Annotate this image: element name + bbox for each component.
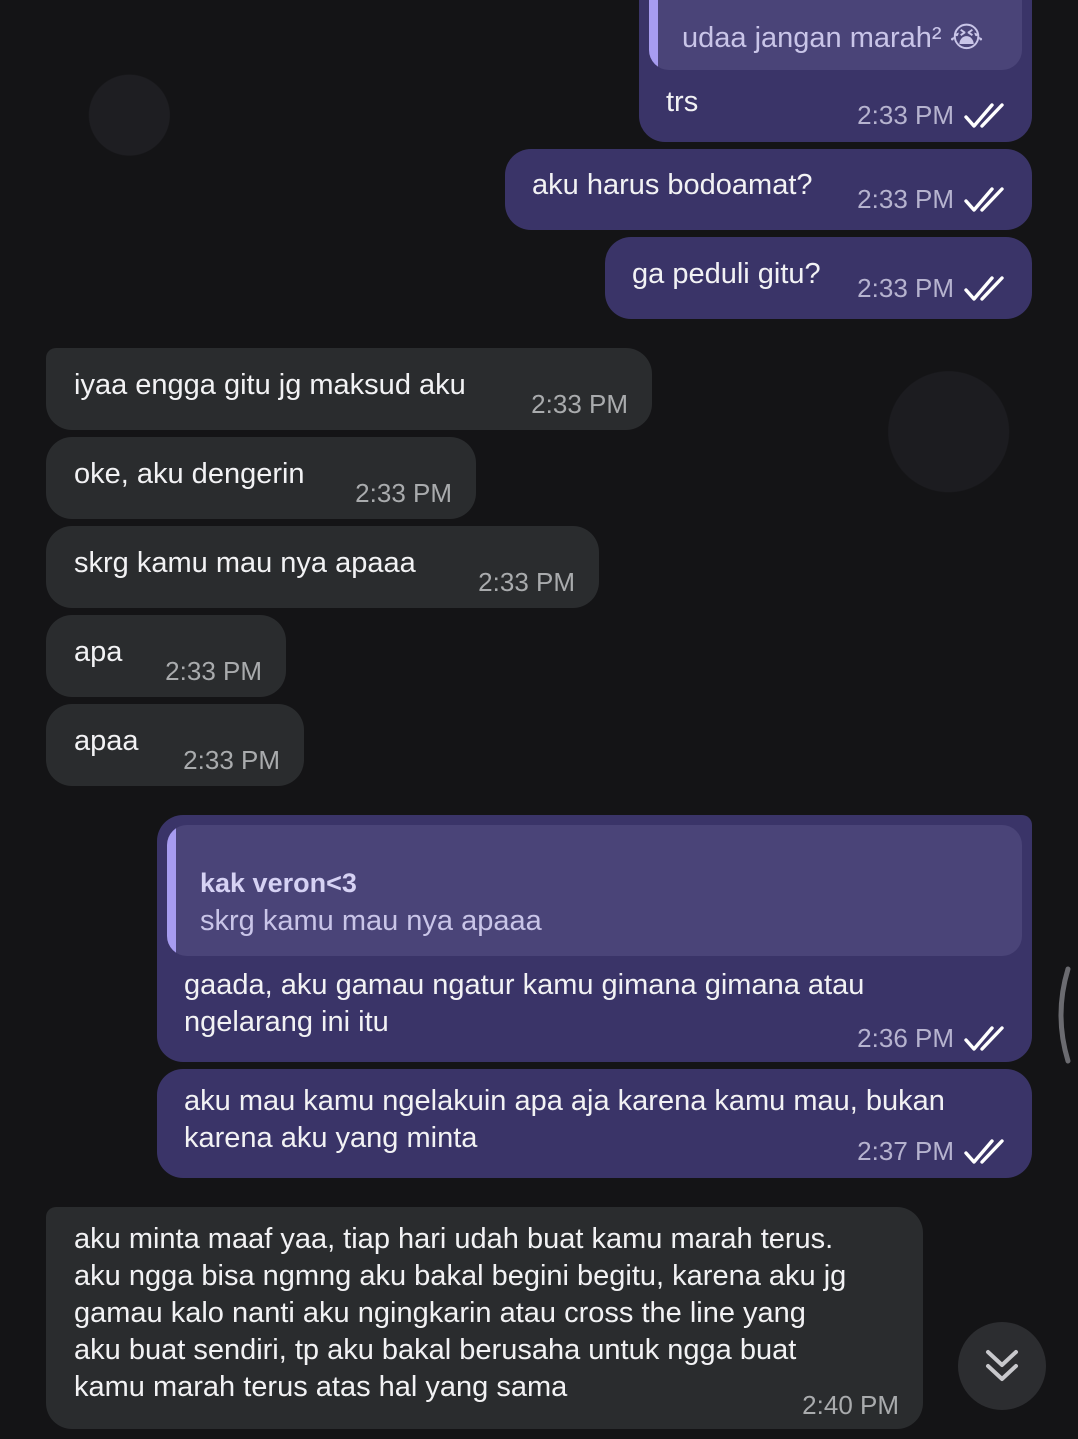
message-outgoing[interactable]: kak veron<3 skrg kamu mau nya apaaa gaad… xyxy=(157,815,1032,1062)
reply-quote[interactable]: udaa jangan marah² 😭 xyxy=(649,0,1022,70)
message-meta: 2:40 PM xyxy=(802,1387,899,1424)
message-time: 2:37 PM xyxy=(857,1136,954,1166)
message-meta: 2:33 PM xyxy=(478,564,575,601)
scroll-to-bottom-button[interactable] xyxy=(958,1322,1046,1410)
message-text: aku mau kamu ngelakuin apa aja karena ka… xyxy=(184,1085,945,1154)
message-time: 2:40 PM xyxy=(802,1390,899,1420)
message-time: 2:33 PM xyxy=(183,745,280,775)
message-meta: 2:33 PM xyxy=(531,386,628,423)
message-meta: 2:33 PM xyxy=(857,97,1010,134)
message-meta: 2:33 PM xyxy=(183,742,280,779)
swipe-handle[interactable] xyxy=(1052,965,1072,1065)
message-text: apa xyxy=(74,636,123,668)
message-text: iyaa engga gitu jg maksud aku xyxy=(74,369,466,401)
message-outgoing[interactable]: aku harus bodoamat? 2:33 PM xyxy=(505,149,1032,230)
double-chevron-down-icon xyxy=(986,1350,1018,1381)
double-check-icon xyxy=(964,102,1004,128)
message-incoming[interactable]: oke, aku dengerin 2:33 PM xyxy=(46,437,476,519)
message-text: ga peduli gitu? xyxy=(632,258,821,290)
quote-bar xyxy=(167,825,176,956)
message-text: skrg kamu mau nya apaaa xyxy=(74,547,416,579)
message-time: 2:33 PM xyxy=(857,184,954,214)
message-text: trs xyxy=(666,86,699,118)
message-text: aku minta maaf yaa, tiap hari udah buat … xyxy=(74,1223,847,1403)
message-incoming[interactable]: aku minta maaf yaa, tiap hari udah buat … xyxy=(46,1207,923,1429)
message-meta: 2:33 PM xyxy=(857,181,1010,218)
quote-text: udaa jangan marah² 😭 xyxy=(682,22,984,54)
double-check-icon xyxy=(964,1138,1004,1164)
message-time: 2:33 PM xyxy=(165,656,262,686)
message-text: oke, aku dengerin xyxy=(74,458,305,490)
quote-bar xyxy=(649,0,658,70)
message-time: 2:33 PM xyxy=(857,100,954,130)
message-time: 2:33 PM xyxy=(531,389,628,419)
message-time: 2:33 PM xyxy=(857,273,954,303)
message-text: gaada, aku gamau ngatur kamu gimana gima… xyxy=(184,969,865,1038)
double-check-icon xyxy=(964,275,1004,301)
message-outgoing[interactable]: aku mau kamu ngelakuin apa aja karena ka… xyxy=(157,1069,1032,1178)
message-outgoing[interactable]: ga peduli gitu? 2:33 PM xyxy=(605,237,1032,319)
reply-quote[interactable]: kak veron<3 skrg kamu mau nya apaaa xyxy=(167,825,1022,956)
message-incoming[interactable]: apa 2:33 PM xyxy=(46,615,286,697)
message-meta: 2:36 PM xyxy=(857,1020,1010,1057)
message-meta: 2:37 PM xyxy=(857,1133,1010,1170)
chat-background: udaa jangan marah² 😭 trs 2:33 PM aku har… xyxy=(0,0,1078,1439)
message-time: 2:36 PM xyxy=(857,1023,954,1053)
message-outgoing[interactable]: udaa jangan marah² 😭 trs 2:33 PM xyxy=(639,0,1032,142)
message-meta: 2:33 PM xyxy=(355,475,452,512)
message-meta: 2:33 PM xyxy=(857,270,1010,307)
message-incoming[interactable]: apaa 2:33 PM xyxy=(46,704,304,786)
quote-text: skrg kamu mau nya apaaa xyxy=(200,905,542,937)
message-meta: 2:33 PM xyxy=(165,653,262,690)
message-text: apaa xyxy=(74,725,139,757)
message-time: 2:33 PM xyxy=(355,478,452,508)
message-text: aku harus bodoamat? xyxy=(532,169,813,201)
quote-author: kak veron<3 xyxy=(200,868,357,898)
message-incoming[interactable]: skrg kamu mau nya apaaa 2:33 PM xyxy=(46,526,599,608)
double-check-icon xyxy=(964,186,1004,212)
double-check-icon xyxy=(964,1025,1004,1051)
message-incoming[interactable]: iyaa engga gitu jg maksud aku 2:33 PM xyxy=(46,348,652,430)
message-time: 2:33 PM xyxy=(478,567,575,597)
